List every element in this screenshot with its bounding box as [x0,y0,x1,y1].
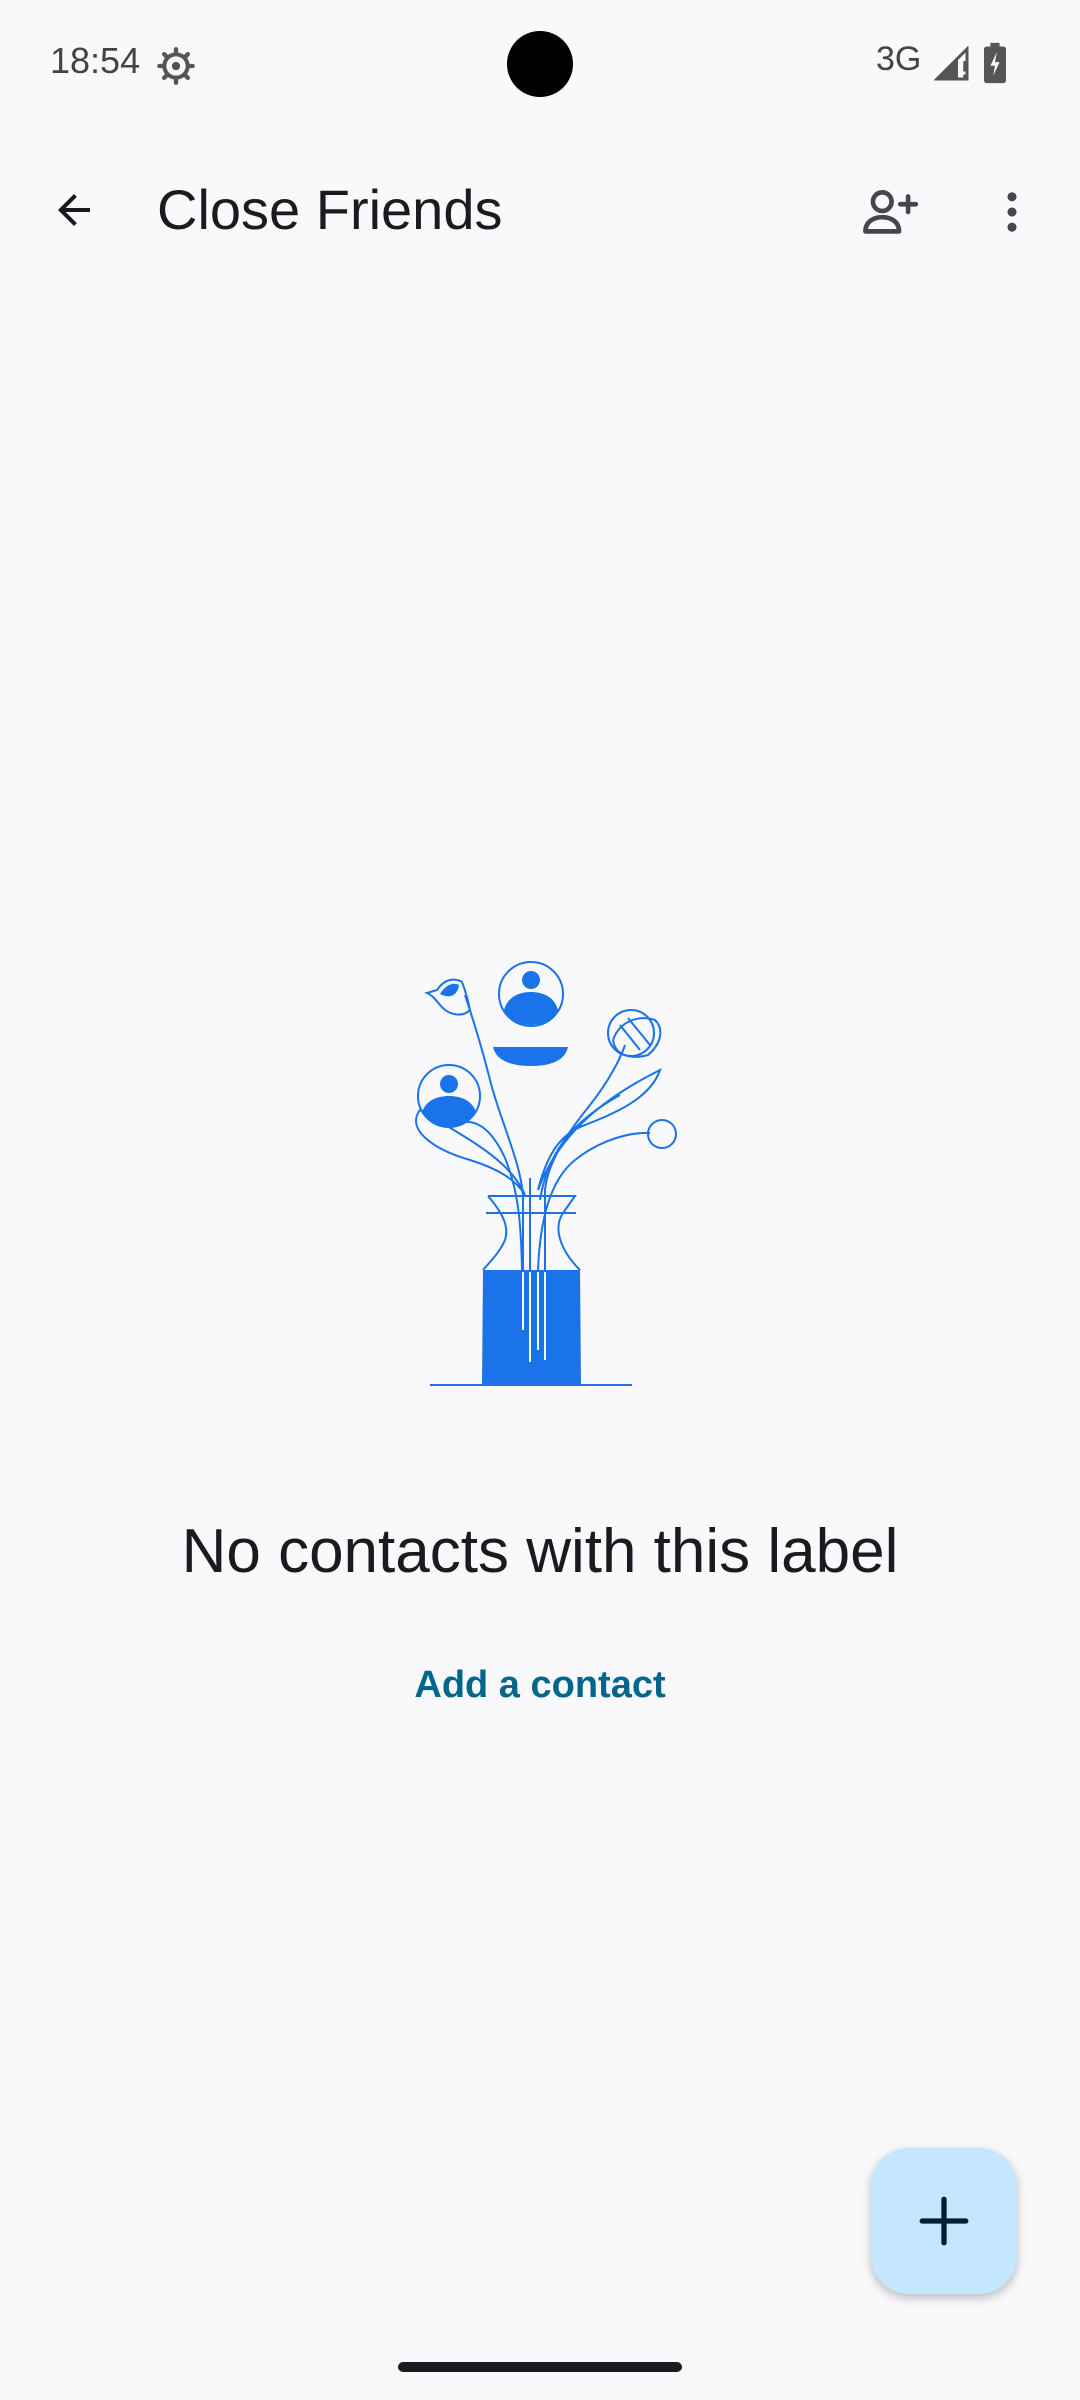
back-button[interactable] [34,170,114,250]
status-bar: 18:54 3G [0,0,1080,130]
status-time: 18:54 [50,40,141,81]
signal-icon [934,46,969,81]
back-arrow-icon [58,194,90,226]
add-person-icon [863,190,919,234]
battery-icon [984,42,1006,84]
add-contact-link[interactable]: Add a contact [390,1650,690,1720]
gear-icon [157,47,195,85]
add-contact-to-label-button[interactable] [848,170,932,254]
network-type: 3G [876,40,922,78]
app-bar: Close Friends [0,150,1080,270]
create-contact-fab[interactable] [871,2148,1017,2294]
page-title: Close Friends [157,178,503,241]
camera-cutout [507,31,573,97]
more-options-button[interactable] [972,170,1052,254]
empty-state-title: No contacts with this label [181,1517,899,1586]
more-vert-icon [1007,192,1017,232]
home-indicator[interactable] [398,2362,682,2372]
empty-state-illustration [415,961,677,1386]
contacts-label-screen: 18:54 3G Close Friends No contacts with … [0,0,1080,2400]
plus-icon [919,2196,969,2246]
